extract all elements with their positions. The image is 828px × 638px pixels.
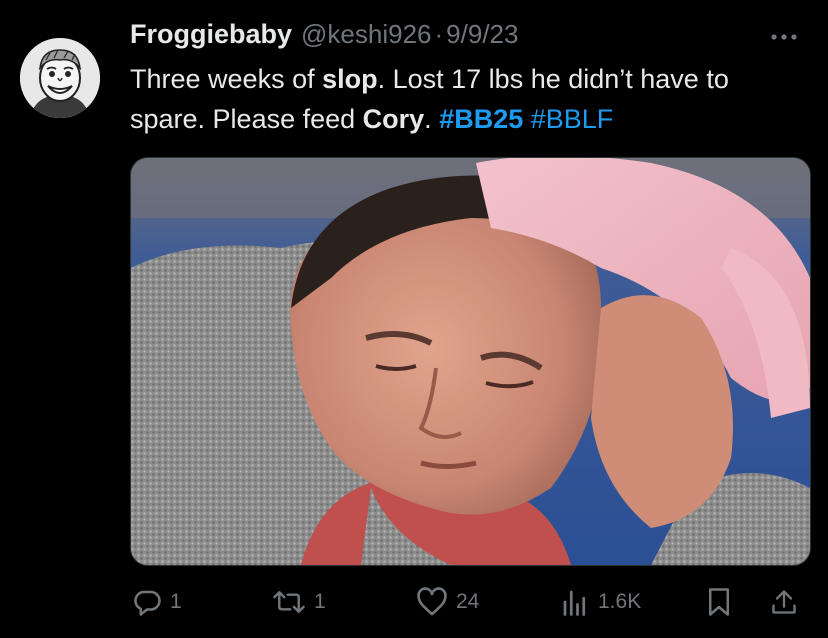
- user-handle[interactable]: @keshi926: [301, 19, 431, 50]
- tweet-text-part: Three weeks of: [130, 64, 323, 94]
- tweet-text: Three weeks of slop. Lost 17 lbs he didn…: [130, 59, 810, 139]
- like-icon: [417, 587, 447, 616]
- bookmark-button[interactable]: [705, 584, 733, 620]
- bookmark-icon: [709, 588, 729, 616]
- views-count: 1.6K: [598, 590, 642, 613]
- views-icon: [563, 590, 586, 616]
- retweet-icon: [273, 591, 305, 613]
- tweet-header: Froggiebaby @keshi926 · 9/9/23: [130, 16, 808, 52]
- reply-icon: [134, 590, 161, 616]
- photo-illustration: [131, 158, 810, 565]
- share-button[interactable]: [770, 584, 798, 620]
- reply-button[interactable]: 1: [132, 584, 182, 620]
- display-name[interactable]: Froggiebaby: [130, 19, 292, 50]
- like-button[interactable]: 24: [416, 584, 479, 620]
- retweet-count: 1: [314, 590, 326, 613]
- hashtag-link[interactable]: #BBLF: [531, 104, 614, 134]
- tweet-text-bold: slop: [322, 64, 378, 94]
- more-icon[interactable]: [766, 22, 802, 52]
- tweet-photo[interactable]: [130, 157, 811, 566]
- avatar[interactable]: [20, 38, 100, 118]
- tweet-text-bold: Cory: [362, 104, 425, 134]
- retweet-button[interactable]: 1: [272, 584, 326, 620]
- hashtag-link[interactable]: #BB25: [439, 104, 523, 134]
- like-count: 24: [456, 590, 480, 613]
- reply-count: 1: [170, 590, 182, 613]
- views-button[interactable]: 1.6K: [560, 584, 641, 620]
- avatar-caricature: [20, 38, 100, 118]
- separator-dot: ·: [434, 18, 444, 49]
- action-bar: 1 1 24 1.6K: [130, 584, 808, 620]
- tweet-text-part: .: [424, 104, 440, 134]
- tweet-date[interactable]: 9/9/23: [446, 19, 518, 50]
- share-icon: [772, 590, 796, 614]
